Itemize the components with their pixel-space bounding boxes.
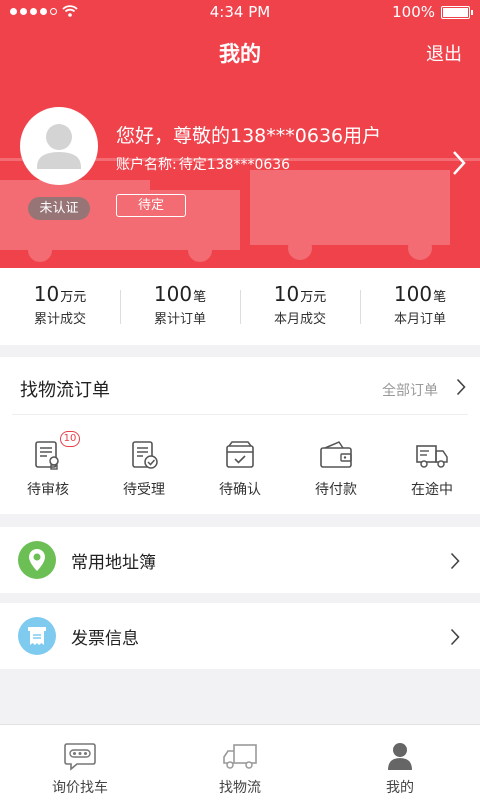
chevron-right-icon [450, 628, 460, 646]
menu-item-label: 发票信息 [71, 629, 139, 649]
menu-item-label: 常用地址簿 [71, 553, 156, 573]
truck-icon [416, 445, 448, 468]
stat-label: 累计成交 [33, 312, 86, 327]
stat-value: 100 [393, 282, 433, 306]
order-status-label: 待付款 [315, 482, 357, 498]
battery-percentage: 100% [392, 3, 435, 21]
order-status-in-transit[interactable]: 在途中 [384, 439, 480, 499]
avatar[interactable] [20, 107, 98, 185]
stats-bar: 10万元 累计成交 100笔 累计订单 10万元 本月成交 100笔 本月订单 [0, 268, 480, 345]
stat-unit: 笔 [433, 290, 447, 305]
tab-label: 询价找车 [52, 780, 108, 796]
pending-count-badge: 10 [60, 431, 80, 447]
stat-total-amount: 10万元 累计成交 [0, 268, 120, 345]
order-status-label: 待审核 [27, 482, 69, 498]
order-status-list: 10 待审核 待受理 待确认 待付款 在途中 [0, 431, 480, 499]
stat-label: 累计订单 [153, 312, 206, 327]
stat-label: 本月成交 [273, 312, 326, 327]
tab-inquiry[interactable]: 询价找车 [0, 725, 160, 800]
bottom-tab-bar: 询价找车 找物流 我的 [0, 724, 480, 800]
review-document-icon [35, 441, 59, 470]
stat-month-amount: 10万元 本月成交 [240, 268, 360, 345]
accept-document-icon [132, 441, 158, 469]
menu-item-address-book[interactable]: 常用地址簿 [0, 527, 480, 593]
tab-label: 我的 [386, 780, 414, 796]
chevron-right-icon [450, 552, 460, 570]
account-value: 待定138***0636 [178, 157, 291, 173]
status-tag: 待定 [116, 194, 186, 217]
battery-icon [441, 6, 473, 19]
greeting-text: 您好，尊敬的138***0636用户 [116, 125, 382, 147]
order-status-pending-accept[interactable]: 待受理 [96, 439, 192, 499]
truck-icon [223, 744, 257, 769]
chevron-right-icon[interactable] [452, 150, 466, 176]
location-pin-icon [18, 541, 56, 579]
logout-button[interactable]: 退出 [426, 40, 462, 66]
order-status-label: 待确认 [219, 482, 261, 498]
order-status-pending-payment[interactable]: 待付款 [288, 439, 384, 499]
profile-header: 4:34 PM 100% 我的 退出 未认证 您好，尊敬的138***0636用… [0, 0, 480, 268]
menu-item-invoice-info[interactable]: 发票信息 [0, 603, 480, 669]
all-orders-link[interactable]: 全部订单 [382, 380, 438, 400]
verification-badge[interactable]: 未认证 [28, 197, 90, 220]
invoice-icon [18, 617, 56, 655]
stat-month-orders: 100笔 本月订单 [360, 268, 480, 345]
status-bar: 4:34 PM 100% [0, 0, 480, 26]
person-icon [388, 743, 412, 770]
tab-label: 找物流 [219, 780, 261, 796]
stat-value: 10 [33, 282, 60, 306]
confirm-box-icon [226, 441, 254, 468]
wallet-icon [320, 441, 352, 468]
account-name: 账户名称: 待定138***0636 [116, 154, 292, 174]
order-status-label: 待受理 [123, 482, 165, 498]
stat-total-orders: 100笔 累计订单 [120, 268, 240, 345]
stat-unit: 万元 [60, 290, 87, 305]
stat-unit: 笔 [193, 290, 207, 305]
order-status-pending-confirm[interactable]: 待确认 [192, 439, 288, 499]
default-avatar-icon [37, 124, 81, 169]
tab-find-logistics[interactable]: 找物流 [160, 725, 320, 800]
orders-header: 找物流订单 全部订单 [12, 357, 468, 415]
account-label: 账户名称: [116, 157, 177, 173]
order-status-pending-review[interactable]: 10 待审核 [0, 431, 96, 499]
tab-mine[interactable]: 我的 [320, 725, 480, 800]
order-status-label: 在途中 [411, 482, 453, 498]
chat-bubble-icon [64, 743, 96, 771]
stat-unit: 万元 [300, 290, 327, 305]
orders-title: 找物流订单 [20, 380, 110, 401]
stat-value: 10 [273, 282, 300, 306]
stat-label: 本月订单 [393, 312, 446, 327]
stat-value: 100 [153, 282, 193, 306]
logistics-orders-card: 找物流订单 全部订单 10 待审核 待受理 待确认 待付款 在途中 [0, 357, 480, 514]
page-title: 我的 [219, 42, 261, 66]
chevron-right-icon[interactable] [456, 378, 466, 396]
